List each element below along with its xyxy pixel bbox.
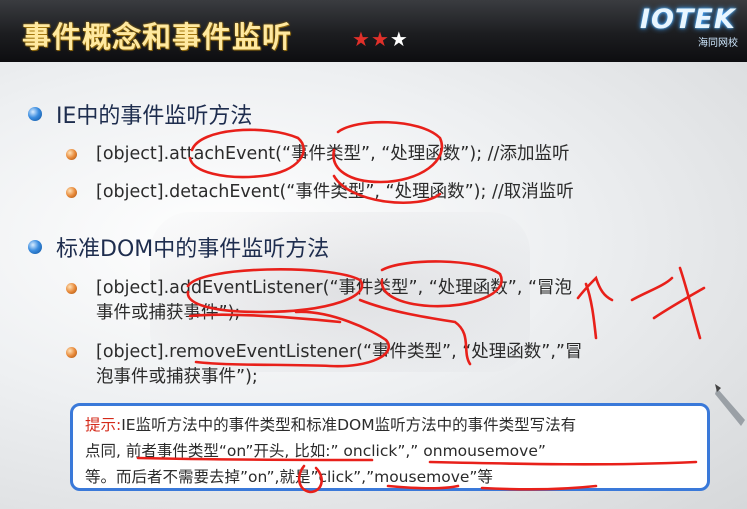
- code-line-1: [object].removeEventListener(“事件类型”, “处理…: [96, 342, 583, 362]
- list-item: [object].removeEventListener(“事件类型”, “处理…: [66, 340, 583, 390]
- slide-title: 事件概念和事件监听: [22, 20, 293, 54]
- code-line-2: 事件或捕获事件”);: [96, 303, 241, 323]
- tip-line-3: 等。而后者不需要去掉”on”,就是”click”,”mousemove”等: [85, 468, 493, 486]
- section-ie-heading: IE中的事件监听方法: [28, 98, 252, 130]
- iotek-logo: IOTEK 海同网校: [640, 4, 740, 49]
- star-icon: ★: [370, 27, 390, 51]
- star-icon: ★: [352, 27, 371, 51]
- star-icon: ★: [389, 27, 409, 51]
- orange-bullet-icon: [66, 187, 77, 198]
- code-line: [object].detachEvent(“事件类型”, “处理函数”); //…: [96, 182, 574, 202]
- code-line: [object].removeEventListener(“事件类型”, “处理…: [96, 340, 583, 390]
- section-heading: 标准DOM中的事件监听方法: [56, 237, 330, 262]
- tip-line-1: IE监听方法中的事件类型和标准DOM监听方法中的事件类型写法有: [121, 416, 577, 434]
- blue-bullet-icon: [28, 107, 42, 121]
- list-item: [object].detachEvent(“事件类型”, “处理函数”); //…: [66, 180, 574, 205]
- logo-subtitle: 海同网校: [698, 38, 738, 49]
- tip-line-2: 点同, 前者事件类型“on”开头, 比如:” onclick”,” onmous…: [85, 442, 546, 460]
- list-item: [object].addEventListener(“事件类型”, “处理函数”…: [66, 276, 572, 326]
- difficulty-stars: ★★★: [352, 27, 409, 51]
- list-item: [object].attachEvent(“事件类型”, “处理函数”); //…: [66, 142, 569, 167]
- title-bar: 事件概念和事件监听 ★★★ IOTEK 海同网校: [0, 0, 747, 62]
- code-line-2: 泡事件或捕获事件”);: [96, 367, 258, 387]
- pen-pointer-icon: [715, 384, 745, 426]
- tip-label: 提示:: [85, 416, 122, 434]
- orange-bullet-icon: [66, 283, 77, 294]
- code-line: [object].attachEvent(“事件类型”, “处理函数”); //…: [96, 144, 570, 164]
- orange-bullet-icon: [66, 149, 77, 160]
- orange-bullet-icon: [66, 347, 77, 358]
- tip-text: 提示:IE监听方法中的事件类型和标准DOM监听方法中的事件类型写法有 点同, 前…: [85, 412, 695, 490]
- code-line: [object].addEventListener(“事件类型”, “处理函数”…: [96, 276, 572, 326]
- code-line-1: [object].addEventListener(“事件类型”, “处理函数”…: [96, 278, 573, 298]
- section-heading: IE中的事件监听方法: [56, 104, 253, 129]
- logo-wordmark: IOTEK: [640, 4, 736, 35]
- tip-box: 提示:IE监听方法中的事件类型和标准DOM监听方法中的事件类型写法有 点同, 前…: [70, 403, 710, 491]
- section-dom-heading: 标准DOM中的事件监听方法: [28, 231, 329, 263]
- blue-bullet-icon: [28, 240, 42, 254]
